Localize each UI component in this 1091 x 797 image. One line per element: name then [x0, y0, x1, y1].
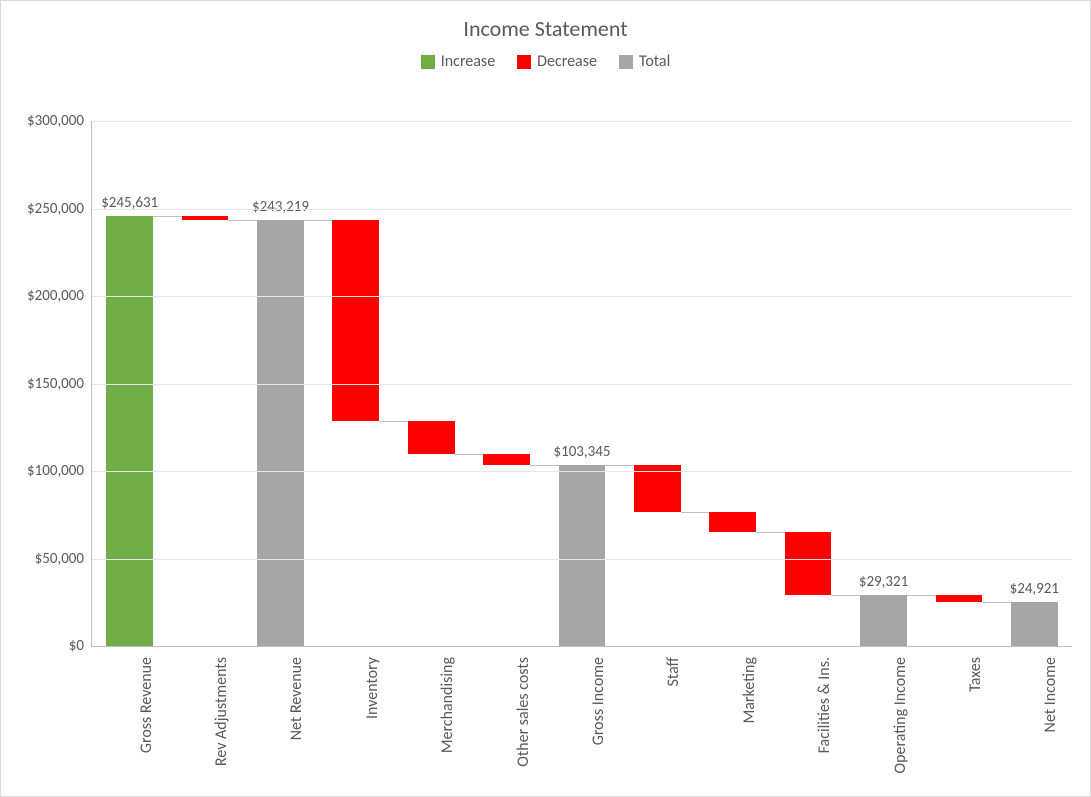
- bar-decrease: [709, 512, 756, 532]
- chart-title: Income Statement: [1, 1, 1090, 42]
- legend-label-total: Total: [639, 52, 670, 71]
- connector-line: [681, 512, 710, 513]
- x-tick-label: Net Income: [1041, 657, 1060, 732]
- legend-swatch-total: [619, 55, 633, 69]
- connector-line: [455, 454, 484, 455]
- x-tick-label: Operating Income: [891, 657, 910, 773]
- x-tick-label: Inventory: [363, 657, 382, 719]
- y-tick-label: $0: [69, 637, 92, 655]
- bar-increase: [106, 216, 153, 646]
- y-tick-label: $150,000: [27, 375, 92, 393]
- legend-increase: Increase: [421, 52, 495, 71]
- legend-label-increase: Increase: [441, 52, 495, 71]
- bar-total: [1011, 602, 1058, 646]
- x-tick-label: Staff: [664, 657, 683, 686]
- connector-line: [907, 595, 936, 596]
- bar-decrease: [634, 465, 681, 512]
- plot-area: $245,631$243,219$103,345$29,321$24,921 $…: [91, 121, 1072, 647]
- gridline: [92, 384, 1072, 385]
- chart-legend: Increase Decrease Total: [1, 52, 1090, 71]
- y-tick-label: $250,000: [27, 200, 92, 218]
- data-label: $103,345: [544, 443, 619, 461]
- x-tick-label: Gross Revenue: [137, 657, 156, 753]
- connector-line: [304, 220, 333, 221]
- bar-total: [860, 595, 907, 646]
- bar-decrease: [332, 220, 379, 421]
- bar-decrease: [785, 532, 832, 595]
- x-tick-label: Gross Income: [589, 657, 608, 745]
- legend-swatch-decrease: [517, 55, 531, 69]
- legend-decrease: Decrease: [517, 52, 597, 71]
- bar-decrease: [182, 216, 229, 220]
- x-tick-label: Rev Adjustments: [212, 657, 231, 766]
- gridline: [92, 209, 1072, 210]
- x-tick-label: Facilities & Ins.: [815, 657, 834, 753]
- x-tick-label: Net Revenue: [287, 657, 306, 740]
- connector-line: [605, 465, 634, 466]
- legend-label-decrease: Decrease: [537, 52, 597, 71]
- data-label: $29,321: [846, 573, 921, 591]
- y-tick-label: $200,000: [27, 287, 92, 305]
- connector-line: [530, 465, 559, 466]
- connector-line: [228, 220, 257, 221]
- legend-total: Total: [619, 52, 670, 71]
- legend-swatch-increase: [421, 55, 435, 69]
- bar-decrease: [483, 454, 530, 465]
- data-label: $24,921: [997, 580, 1072, 598]
- bar-decrease: [936, 595, 983, 603]
- bar-total: [257, 220, 304, 646]
- gridline: [92, 296, 1072, 297]
- y-tick-label: $100,000: [27, 462, 92, 480]
- y-tick-label: $300,000: [27, 112, 92, 130]
- chart-container: Income Statement Increase Decrease Total…: [0, 0, 1091, 797]
- connector-line: [832, 595, 861, 596]
- bar-total: [559, 465, 606, 646]
- data-label: $243,219: [243, 198, 318, 216]
- connector-line: [756, 532, 785, 533]
- x-axis-labels: Gross Revenue Rev Adjustments Net Revenue I…: [91, 651, 1071, 791]
- gridline: [92, 559, 1072, 560]
- connector-line: [153, 216, 182, 217]
- x-tick-label: Merchandising: [438, 657, 457, 753]
- gridline: [92, 121, 1072, 122]
- y-tick-label: $50,000: [35, 550, 92, 568]
- gridline: [92, 471, 1072, 472]
- x-tick-label: Other sales costs: [514, 657, 533, 767]
- x-tick-label: Marketing: [740, 657, 759, 723]
- bar-decrease: [408, 421, 455, 453]
- x-tick-label: Taxes: [966, 657, 985, 692]
- connector-line: [982, 602, 1011, 603]
- connector-line: [379, 421, 408, 422]
